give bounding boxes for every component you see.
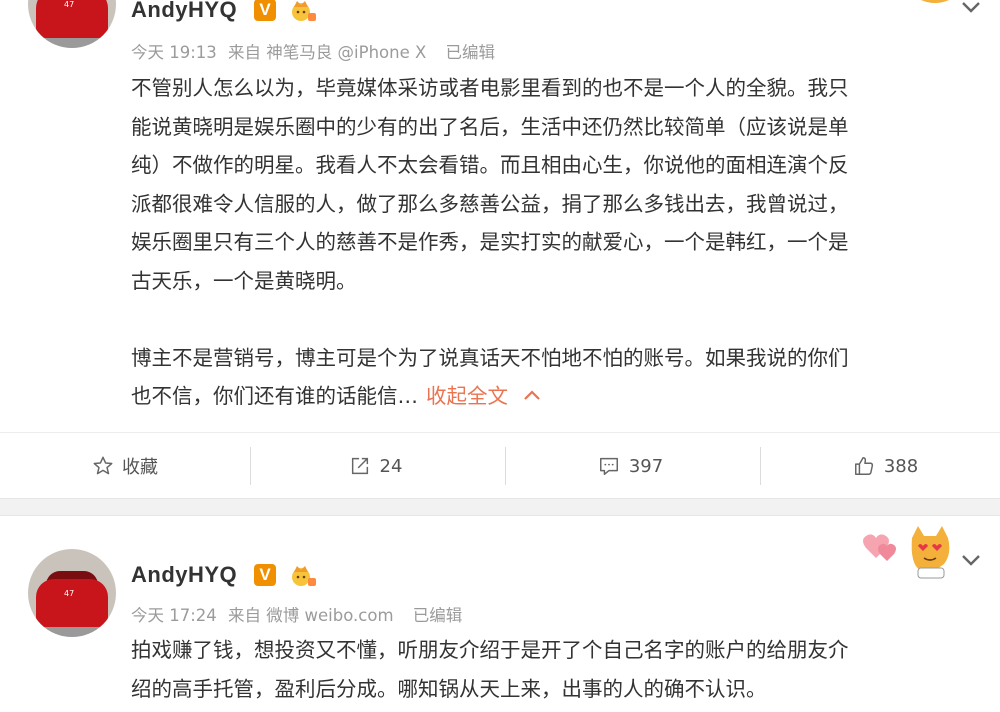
favorite-button[interactable]: 收藏 — [0, 433, 250, 499]
paragraph-2: 博主不是营销号，博主可是个为了说真话天不怕地不怕的账号。如果我说的你们 也不信，… — [131, 339, 976, 416]
edited-label[interactable]: 已编辑 — [413, 606, 463, 625]
text-line: 能说黄晓明是娱乐圈中的少有的出了名后，生活中还仍然比较简单（应该说是单 — [131, 114, 849, 139]
author-name[interactable]: AndyHYQ — [131, 562, 237, 588]
cat-emoji-icon — [863, 526, 950, 579]
post-time: 今天 19:13 — [131, 43, 217, 62]
chevron-down-icon[interactable] — [960, 553, 982, 567]
text-line: 拍戏赚了钱，想投资又不懂，听朋友介绍于是开了个自己名字的账户的给朋友介 — [131, 638, 849, 662]
verified-badge: V — [254, 0, 276, 21]
text-line: 也不信，你们还有谁的话能信… — [131, 384, 418, 408]
text-line: 娱乐圈里只有三个人的慈善不是作秀，是实打实的献爱心，一个是韩红，一个是 — [131, 230, 849, 254]
action-bar: 收藏 24 397 388 — [0, 432, 1000, 499]
repost-button[interactable]: 24 — [250, 433, 500, 499]
star-icon — [93, 456, 113, 475]
text-line: 派都很难令人信服的人，做了那么多慈善公益，捐了那么多钱出去，我曾说过， — [131, 191, 849, 216]
comment-icon — [599, 457, 618, 475]
text-line: 不管别人怎么以为，毕竟媒体采访或者电影里看到的也不是一个人的全貌。我只 — [131, 76, 849, 100]
weibo-post: 47 AndyHYQ V 今天 19:13 来自 神笔马良 @iPhone X … — [0, 0, 1000, 498]
author-name[interactable]: AndyHYQ — [131, 0, 237, 23]
edited-label[interactable]: 已编辑 — [446, 43, 496, 62]
like-count: 388 — [883, 455, 919, 477]
favorite-label: 收藏 — [122, 457, 158, 478]
like-icon — [854, 457, 873, 475]
post-separator — [0, 498, 1000, 516]
repost-count: 24 — [379, 455, 403, 477]
post-source[interactable]: 来自 神笔马良 @iPhone X — [228, 43, 426, 62]
chevron-down-icon[interactable] — [960, 0, 982, 14]
post-content: 不管别人怎么以为，毕竟媒体采访或者电影里看到的也不是一个人的全貌。我只 能说黄晓… — [131, 69, 976, 416]
comment-count: 397 — [628, 455, 664, 477]
post-time: 今天 17:24 — [131, 606, 217, 625]
post-source[interactable]: 来自 微博 weibo.com — [228, 606, 393, 625]
verified-badge: V — [254, 564, 276, 586]
weibo-post: 47 AndyHYQ V 今天 17:24 来自 微博 weibo.com 已编… — [0, 516, 1000, 712]
text-line: 纯）不做作的明星。我看人不太会看错。而且相由心生，你说他的面相连演个反 — [131, 153, 849, 177]
avatar[interactable]: 47 — [28, 0, 116, 48]
paragraph-1: 不管别人怎么以为，毕竟媒体采访或者电影里看到的也不是一个人的全貌。我只 能说黄晓… — [131, 69, 976, 300]
crown-icon — [292, 566, 316, 586]
text-line: 博主不是营销号，博主可是个为了说真话天不怕地不怕的账号。如果我说的你们 — [131, 345, 849, 370]
text-line: 绍的高手托管，盈利后分成。哪知锅从天上来，出事的人的确不认识。 — [131, 676, 767, 701]
avatar[interactable]: 47 — [28, 549, 116, 637]
post-meta: 今天 19:13 来自 神笔马良 @iPhone X 已编辑 — [131, 39, 501, 63]
repost-icon — [351, 457, 368, 475]
post-meta: 今天 17:24 来自 微博 weibo.com 已编辑 — [131, 602, 468, 626]
text-line: 古天乐，一个是黄晓明。 — [131, 268, 357, 293]
cat-emoji-icon — [921, 0, 949, 3]
comment-button[interactable]: 397 — [505, 433, 755, 499]
like-button[interactable]: 388 — [760, 433, 1000, 499]
post-content: 拍戏赚了钱，想投资又不懂，听朋友介绍于是开了个自己名字的账户的给朋友介 绍的高手… — [131, 631, 976, 708]
chevron-up-icon[interactable] — [522, 389, 542, 401]
crown-icon — [292, 1, 316, 21]
collapse-link[interactable]: 收起全文 — [426, 384, 508, 408]
